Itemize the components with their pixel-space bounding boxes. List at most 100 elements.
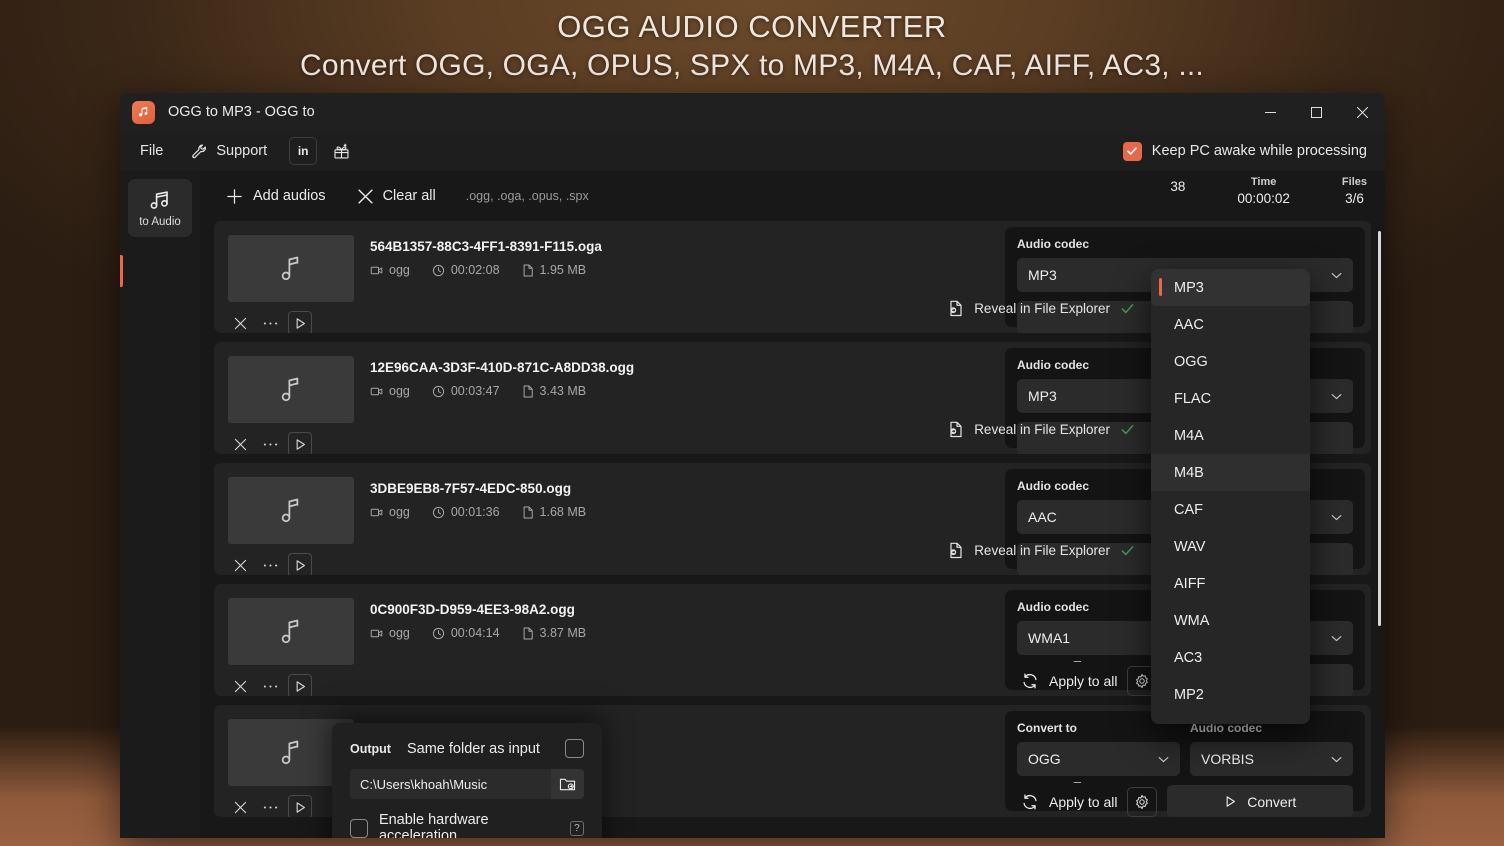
- menu-file[interactable]: File: [126, 136, 177, 166]
- clock-icon: [432, 385, 445, 398]
- dropdown-item-mp3[interactable]: MP3: [1151, 269, 1310, 306]
- audio-codec-value: MP3: [1028, 267, 1057, 283]
- dropdown-item-ac3[interactable]: AC3: [1151, 639, 1310, 676]
- reveal-in-file-explorer-button[interactable]: Reveal in File Explorer: [948, 421, 1135, 438]
- file-meta: ogg 00:03:47 3.43 MB: [370, 384, 1005, 398]
- dropdown-item-aiff[interactable]: AIFF: [1151, 565, 1310, 602]
- same-folder-checkbox[interactable]: [565, 739, 584, 758]
- hardware-accel-row[interactable]: Enable hardware acceleration ?: [350, 812, 584, 838]
- plus-icon: [226, 188, 243, 205]
- audio-thumbnail: [228, 235, 354, 302]
- browse-folder-icon[interactable]: [551, 769, 584, 799]
- reveal-in-file-explorer-button[interactable]: Reveal in File Explorer: [948, 542, 1135, 559]
- dropdown-item-m4b[interactable]: M4B: [1151, 454, 1310, 491]
- preview-play-button[interactable]: [288, 674, 312, 696]
- file-size-value: 1.68 MB: [539, 505, 587, 519]
- more-options-button[interactable]: [258, 432, 282, 454]
- keep-pc-awake-label: Keep PC awake while processing: [1151, 143, 1367, 159]
- dropdown-item-wma[interactable]: WMA: [1151, 602, 1310, 639]
- audio-thumbnail: [228, 356, 354, 423]
- dropdown-item-label: CAF: [1174, 501, 1203, 518]
- sidebar-item-to-audio[interactable]: to Audio: [128, 179, 192, 237]
- preview-play-button[interactable]: [288, 795, 312, 817]
- file-size: 1.95 MB: [522, 263, 586, 277]
- file-name: 564B1357-88C3-4FF1-8391-F115.oga: [370, 239, 602, 254]
- more-options-button[interactable]: [258, 795, 282, 817]
- stat-files-value: 3/6: [1345, 191, 1364, 206]
- stat-time-key: Time: [1250, 176, 1277, 188]
- help-icon[interactable]: ?: [569, 820, 584, 836]
- chevron-down-icon: [1158, 756, 1169, 763]
- dropdown-item-label: OGG: [1174, 353, 1208, 370]
- apply-to-all-button[interactable]: Apply to all: [1017, 793, 1117, 811]
- dropdown-item-aac[interactable]: AAC: [1151, 306, 1310, 343]
- dropdown-item-m4a[interactable]: M4A: [1151, 417, 1310, 454]
- file-duration-value: 00:01:36: [450, 505, 500, 519]
- remove-file-button[interactable]: [228, 311, 252, 333]
- output-path-field[interactable]: C:\Users\khoah\Music: [350, 769, 584, 799]
- preview-play-button[interactable]: [288, 432, 312, 454]
- audio-codec-column: Audio codec VORBIS: [1190, 721, 1353, 776]
- keep-pc-awake-checkbox[interactable]: [1122, 141, 1142, 161]
- dropdown-item-caf[interactable]: CAF: [1151, 491, 1310, 528]
- gift-icon[interactable]: [327, 137, 355, 165]
- more-options-button[interactable]: [258, 553, 282, 575]
- apply-to-all-button[interactable]: Apply to all: [1017, 672, 1117, 690]
- list-scrollbar[interactable]: [1378, 231, 1381, 626]
- dropdown-item-label: WMA: [1174, 612, 1210, 629]
- music-note-icon: [276, 254, 306, 284]
- row-actions: [228, 311, 358, 333]
- settings-gear-button[interactable]: [1127, 786, 1158, 817]
- audio-codec-select[interactable]: VORBIS: [1190, 742, 1353, 776]
- row-panel-actions: Apply to all Convert: [1017, 785, 1353, 817]
- hardware-accel-checkbox[interactable]: [350, 818, 368, 838]
- dropdown-item-ogg[interactable]: OGG: [1151, 343, 1310, 380]
- convert-button[interactable]: Convert: [1167, 785, 1353, 817]
- file-icon: [522, 263, 534, 277]
- file-duration-value: 00:03:47: [450, 384, 500, 398]
- preview-play-button[interactable]: [288, 311, 312, 333]
- remove-file-button[interactable]: [228, 674, 252, 696]
- file-name: 0C900F3D-D959-4EE3-98A2.ogg: [370, 602, 575, 617]
- linkedin-icon[interactable]: in: [289, 137, 318, 165]
- remove-file-button[interactable]: [228, 795, 252, 817]
- remove-file-button[interactable]: [228, 432, 252, 454]
- apply-to-all-label: Apply to all: [1049, 672, 1118, 689]
- file-duration: 00:01:36: [432, 505, 500, 519]
- minimize-button[interactable]: [1247, 93, 1293, 131]
- dropdown-item-label: M4B: [1174, 464, 1204, 481]
- audio-codec-value: AAC: [1028, 509, 1057, 525]
- hardware-accel-label: Enable hardware acceleration: [378, 812, 489, 838]
- convert-to-select[interactable]: OGG: [1017, 742, 1180, 776]
- dropdown-item-mp2[interactable]: MP2: [1151, 676, 1310, 713]
- dropdown-item-label: MP2: [1174, 686, 1204, 703]
- music-note-icon: [276, 617, 306, 647]
- maximize-button[interactable]: [1293, 93, 1339, 131]
- success-check-icon: [1120, 301, 1135, 316]
- keep-pc-awake-toggle[interactable]: Keep PC awake while processing: [1122, 141, 1385, 161]
- dropdown-item-flac[interactable]: FLAC: [1151, 380, 1310, 417]
- dropdown-item-label: AC3: [1174, 649, 1203, 666]
- reveal-in-file-explorer-button[interactable]: Reveal in File Explorer: [948, 300, 1135, 317]
- close-button[interactable]: [1339, 93, 1385, 131]
- preview-play-button[interactable]: [288, 553, 312, 575]
- row-thumbnail-area: [214, 221, 358, 333]
- file-format: ogg: [370, 263, 410, 277]
- remove-file-button[interactable]: [228, 553, 252, 575]
- dropdown-item-wav[interactable]: WAV: [1151, 528, 1310, 565]
- menu-support[interactable]: Support: [177, 136, 281, 166]
- clear-all-button[interactable]: Clear all: [344, 181, 450, 211]
- file-format: ogg: [370, 384, 410, 398]
- stat-files: Files 3/6: [1342, 176, 1367, 206]
- add-audios-button[interactable]: Add audios: [212, 181, 340, 212]
- more-options-button[interactable]: [258, 311, 282, 333]
- stat-time: Time 00:00:02: [1237, 176, 1290, 206]
- row-info: 12E96CAA-3D3F-410D-871C-A8DD38.ogg ogg 00:…: [358, 342, 1134, 454]
- more-options-button[interactable]: [258, 674, 282, 696]
- clock-icon: [432, 264, 445, 277]
- stats-header: 38 Time 00:00:02 Files 3/6: [1170, 176, 1367, 206]
- success-check-icon: [1120, 422, 1135, 437]
- menu-bar: File Support in Keep PC awake while proc…: [120, 131, 1385, 171]
- format-dropdown-menu[interactable]: MP3 AAC OGG FLAC M4A M4B CAF WAV AIFF WMA AC3 MP2..…: [1151, 269, 1310, 724]
- file-duration: 00:04:14: [432, 626, 500, 640]
